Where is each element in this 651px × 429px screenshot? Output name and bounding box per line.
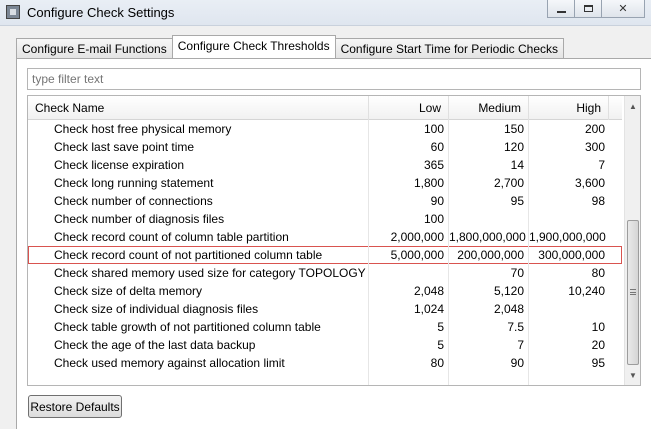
cell-check-name: Check size of delta memory (28, 282, 369, 300)
cell-low[interactable]: 5 (369, 336, 449, 354)
cell-low[interactable]: 90 (369, 192, 449, 210)
cell-medium[interactable]: 120 (449, 138, 529, 156)
tab-email-functions[interactable]: Configure E-mail Functions (16, 38, 173, 58)
cell-medium[interactable]: 150 (449, 120, 529, 138)
cell-medium[interactable]: 7.5 (449, 318, 529, 336)
cell-high[interactable]: 300,000,000 (529, 246, 609, 264)
cell-medium[interactable]: 1,800,000,000 (449, 228, 529, 246)
cell-check-name: Check record count of column table parti… (28, 228, 369, 246)
restore-defaults-button[interactable]: Restore Defaults (28, 395, 122, 418)
cell-check-name: Check last save point time (28, 138, 369, 156)
cell-check-name: Check shared memory used size for catego… (28, 264, 369, 282)
vertical-scrollbar[interactable]: ▲ ▼ (624, 96, 640, 385)
cell-medium[interactable]: 14 (449, 156, 529, 174)
cell-high[interactable]: 1,900,000,000 (529, 228, 609, 246)
table-row[interactable]: Check number of connections 90 95 98 (28, 192, 622, 210)
tab-periodic-start-time[interactable]: Configure Start Time for Periodic Checks (334, 38, 565, 58)
cell-high[interactable]: 10 (529, 318, 609, 336)
thresholds-table: Check Name Low Medium High Check host fr… (27, 95, 641, 386)
column-header-medium[interactable]: Medium (449, 96, 529, 120)
cell-low[interactable]: 2,048 (369, 282, 449, 300)
cell-low[interactable]: 5 (369, 318, 449, 336)
window-controls: ✕ (547, 0, 645, 20)
close-button[interactable]: ✕ (601, 0, 645, 18)
table-header: Check Name Low Medium High (28, 96, 622, 120)
table-row[interactable]: Check number of diagnosis files 100 (28, 210, 622, 228)
cell-low[interactable]: 5,000,000 (369, 246, 449, 264)
table-row[interactable]: Check the age of the last data backup 5 7 2… (28, 336, 622, 354)
column-header-high[interactable]: High (529, 96, 609, 120)
table-row[interactable]: Check last save point time 60 120 300 (28, 138, 622, 156)
cell-medium[interactable]: 2,048 (449, 300, 529, 318)
cell-low[interactable]: 100 (369, 210, 449, 228)
cell-check-name: Check number of diagnosis files (28, 210, 369, 228)
table-row[interactable]: Check record count of column table parti… (28, 228, 622, 246)
cell-check-name: Check host free physical memory (28, 120, 369, 138)
cell-low[interactable]: 1,800 (369, 174, 449, 192)
cell-high[interactable]: 3,600 (529, 174, 609, 192)
cell-high[interactable]: 80 (529, 264, 609, 282)
column-header-low[interactable]: Low (369, 96, 449, 120)
table-row[interactable]: Check host free physical memory 100 150 200 (28, 120, 622, 138)
close-icon: ✕ (618, 3, 628, 15)
cell-check-name: Check license expiration (28, 156, 369, 174)
app-window-icon (6, 5, 20, 19)
cell-medium[interactable]: 7 (449, 336, 529, 354)
title-bar: Configure Check Settings ✕ (0, 0, 651, 26)
cell-low[interactable] (369, 264, 449, 282)
cell-medium[interactable]: 70 (449, 264, 529, 282)
cell-high[interactable]: 20 (529, 336, 609, 354)
cell-high[interactable]: 200 (529, 120, 609, 138)
tab-check-thresholds[interactable]: Configure Check Thresholds (171, 35, 336, 58)
filter-input[interactable] (27, 68, 641, 90)
cell-check-name: Check record count of not partitioned co… (28, 246, 369, 264)
cell-low[interactable]: 100 (369, 120, 449, 138)
cell-check-name: Check table growth of not partitioned co… (28, 318, 369, 336)
table-row[interactable]: Check license expiration 365 14 7 (28, 156, 622, 174)
cell-high[interactable]: 7 (529, 156, 609, 174)
window-title: Configure Check Settings (27, 5, 175, 20)
table-body: Check host free physical memory 100 150 200… (28, 120, 622, 372)
cell-medium[interactable]: 95 (449, 192, 529, 210)
cell-high[interactable]: 10,240 (529, 282, 609, 300)
cell-high[interactable] (529, 210, 609, 228)
cell-high[interactable] (529, 300, 609, 318)
column-header-check-name[interactable]: Check Name (28, 96, 369, 120)
cell-high[interactable]: 300 (529, 138, 609, 156)
table-row[interactable]: Check shared memory used size for catego… (28, 264, 622, 282)
tab-bar: Configure E-mail Functions Configure Che… (16, 35, 565, 58)
table-row[interactable]: Check table growth of not partitioned co… (28, 318, 622, 336)
table-row[interactable]: Check size of delta memory 2,048 5,120 10,2… (28, 282, 622, 300)
cell-check-name: Check the age of the last data backup (28, 336, 369, 354)
arrow-up-icon[interactable]: ▲ (625, 98, 640, 114)
cell-high[interactable]: 98 (529, 192, 609, 210)
cell-medium[interactable]: 200,000,000 (449, 246, 529, 264)
arrow-down-icon[interactable]: ▼ (625, 367, 640, 383)
cell-check-name: Check number of connections (28, 192, 369, 210)
cell-medium[interactable] (449, 210, 529, 228)
maximize-icon (583, 5, 593, 12)
cell-low[interactable]: 2,000,000 (369, 228, 449, 246)
cell-medium[interactable]: 5,120 (449, 282, 529, 300)
table-row-selected[interactable]: Check record count of not partitioned co… (28, 246, 622, 264)
table-row[interactable]: Check long running statement 1,800 2,700 3,… (28, 174, 622, 192)
minimize-button[interactable] (547, 0, 575, 18)
table-filler (28, 366, 622, 385)
scrollbar-thumb[interactable] (627, 220, 639, 365)
cell-medium[interactable]: 2,700 (449, 174, 529, 192)
maximize-button[interactable] (574, 0, 602, 18)
minimize-icon (556, 10, 566, 13)
cell-check-name: Check size of individual diagnosis files (28, 300, 369, 318)
cell-check-name: Check long running statement (28, 174, 369, 192)
cell-low[interactable]: 1,024 (369, 300, 449, 318)
cell-low[interactable]: 365 (369, 156, 449, 174)
cell-low[interactable]: 60 (369, 138, 449, 156)
grip-icon (630, 289, 636, 295)
table-row[interactable]: Check size of individual diagnosis files… (28, 300, 622, 318)
